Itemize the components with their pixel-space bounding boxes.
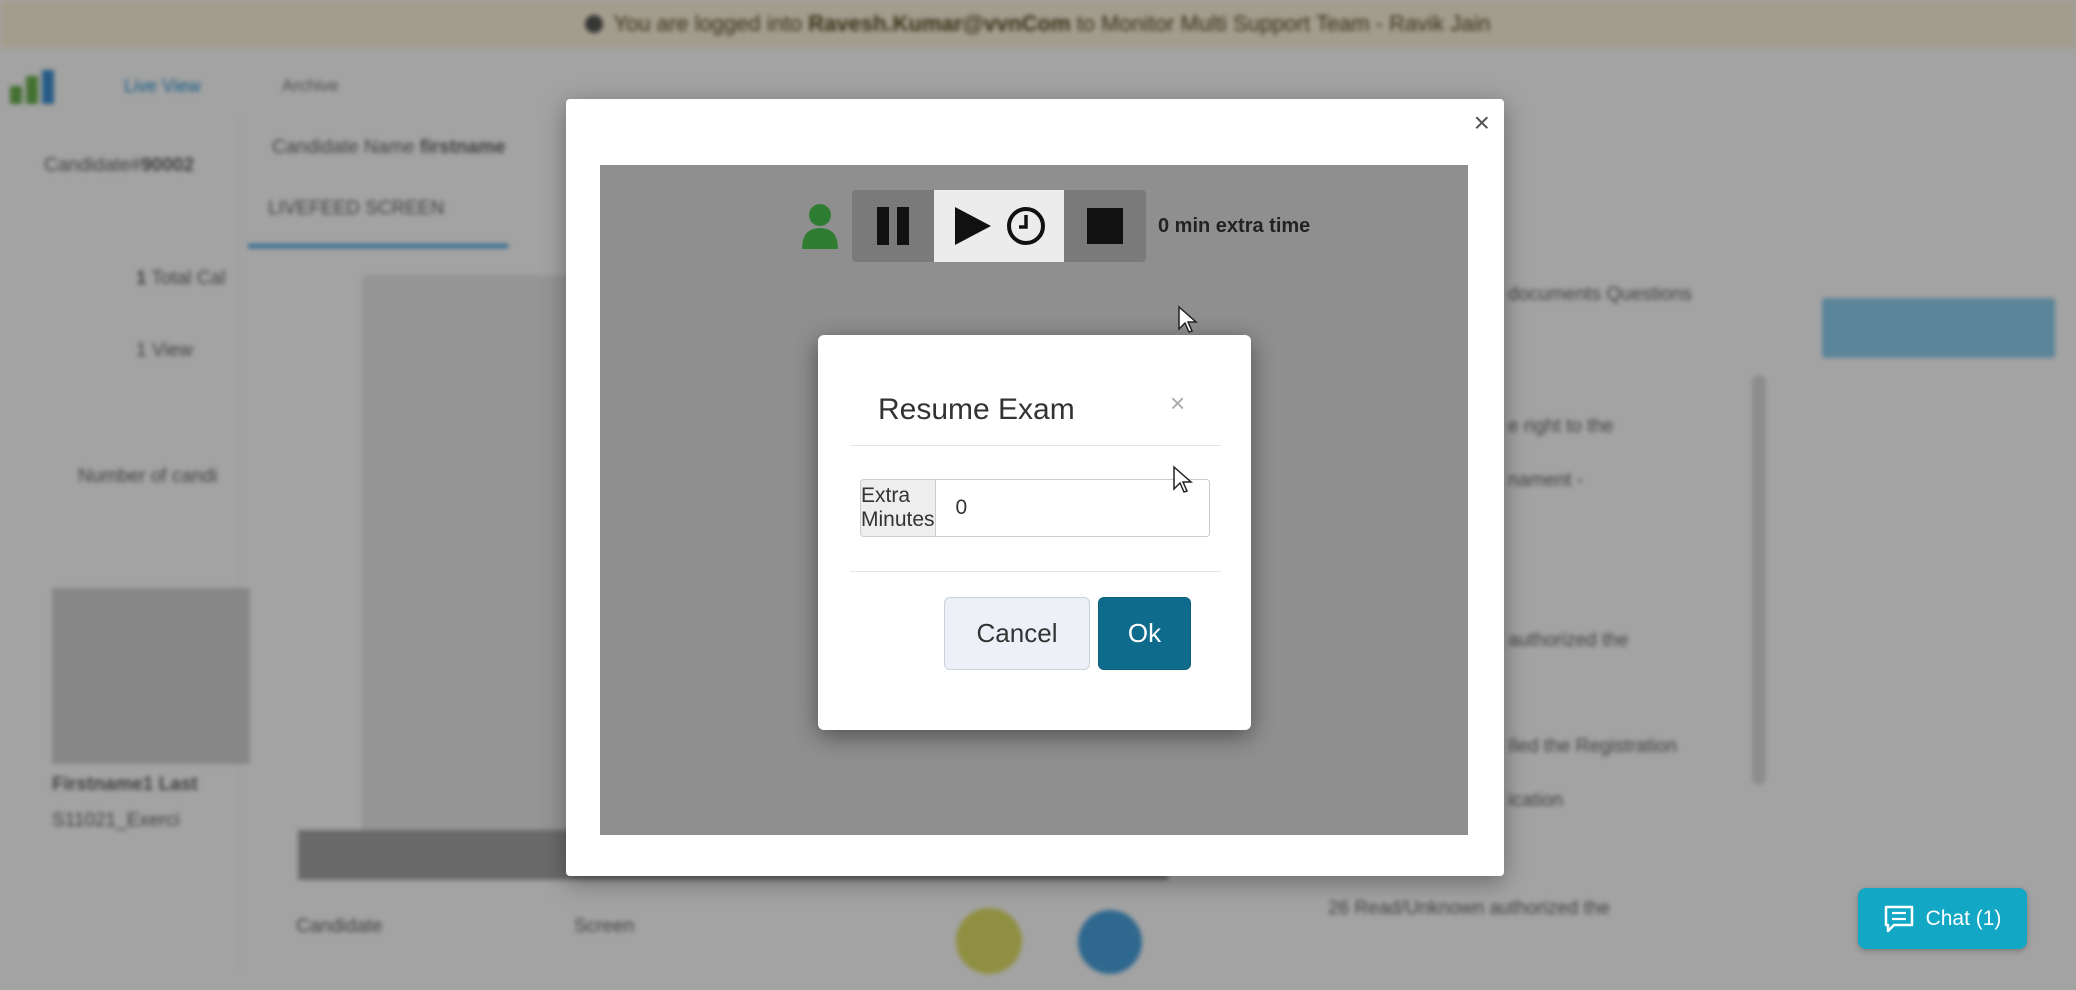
clock-icon [1007, 207, 1045, 245]
dialog-title: Resume Exam [878, 393, 1075, 426]
chat-label: Chat (1) [1925, 906, 2002, 930]
dialog-close-button[interactable]: × [1170, 388, 1185, 419]
exam-control-bar: 0 min extra time [798, 190, 1310, 262]
play-icon [955, 207, 991, 245]
pause-button[interactable] [852, 190, 934, 262]
resume-exam-dialog: Resume Exam × Extra Minutes Cancel Ok [818, 335, 1251, 730]
pause-icon [877, 207, 909, 245]
person-icon [798, 201, 842, 251]
resume-with-time-button[interactable] [934, 190, 1064, 262]
ok-button[interactable]: Ok [1098, 597, 1191, 670]
chat-button[interactable]: Chat (1) [1858, 888, 2027, 949]
stop-icon [1087, 208, 1123, 244]
extra-minutes-group: Extra Minutes [860, 479, 1210, 537]
extra-minutes-label: Extra Minutes [861, 480, 936, 536]
chat-icon [1884, 905, 1913, 932]
stop-button[interactable] [1064, 190, 1146, 262]
footer-divider [850, 571, 1221, 572]
extra-minutes-input[interactable] [935, 480, 1209, 536]
cursor-icon [1173, 465, 1193, 493]
extra-time-label: 0 min extra time [1158, 214, 1311, 237]
header-divider [850, 445, 1221, 446]
cursor-icon [1178, 305, 1198, 333]
modal-close-button[interactable]: × [1474, 105, 1490, 141]
cancel-button[interactable]: Cancel [944, 597, 1090, 670]
